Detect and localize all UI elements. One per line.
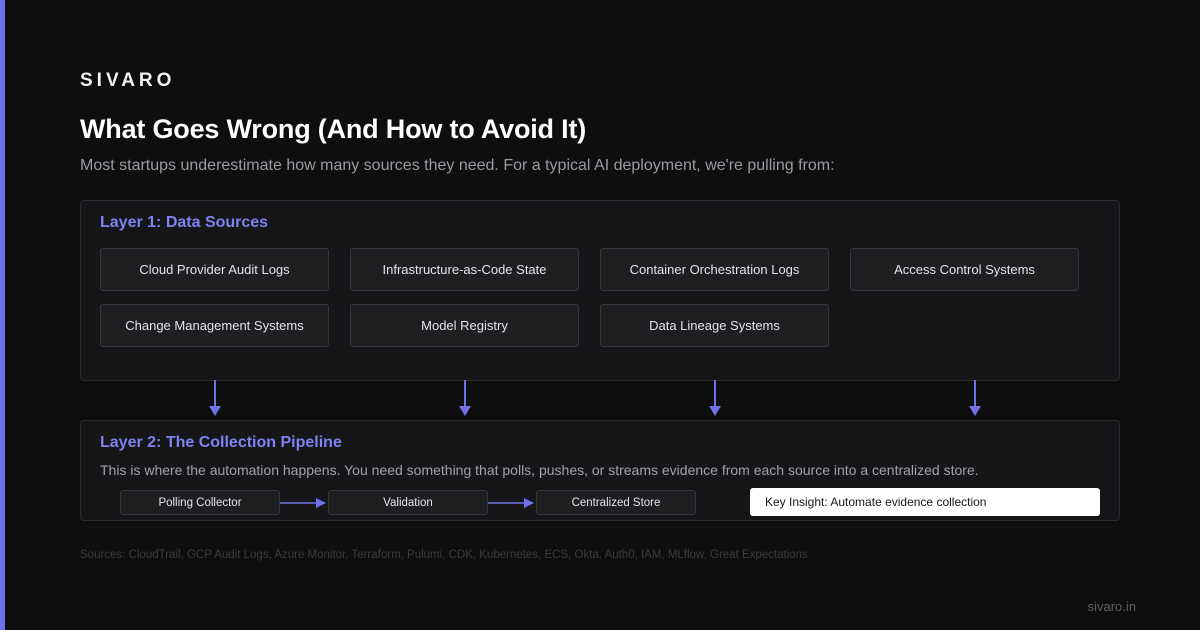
arrow-down-icon bbox=[969, 380, 981, 416]
source-box: Infrastructure-as-Code State bbox=[350, 248, 579, 291]
pipeline-step-polling-collector: Polling Collector bbox=[120, 490, 280, 515]
layer2-title: Layer 2: The Collection Pipeline bbox=[100, 434, 342, 451]
arrow-down-icon bbox=[459, 380, 471, 416]
source-box: Data Lineage Systems bbox=[600, 304, 829, 347]
page-subtitle: Most startups underestimate how many sou… bbox=[80, 157, 835, 174]
source-box: Model Registry bbox=[350, 304, 579, 347]
brand-logo: SIVARO bbox=[80, 70, 176, 91]
arrow-down-icon bbox=[709, 380, 721, 416]
key-insight-callout: Key Insight: Automate evidence collectio… bbox=[750, 488, 1100, 516]
left-accent-bar bbox=[0, 0, 5, 630]
arrow-right-icon bbox=[488, 498, 534, 508]
source-box: Container Orchestration Logs bbox=[600, 248, 829, 291]
layer1-panel: Layer 1: Data Sources Cloud Provider Aud… bbox=[80, 200, 1120, 381]
sources-footnote: Sources: CloudTrail, GCP Audit Logs, Azu… bbox=[80, 549, 808, 561]
arrow-down-icon bbox=[209, 380, 221, 416]
pipeline-step-centralized-store: Centralized Store bbox=[536, 490, 696, 515]
layer2-description: This is where the automation happens. Yo… bbox=[100, 462, 979, 478]
arrow-right-icon bbox=[280, 498, 326, 508]
page-title: What Goes Wrong (And How to Avoid It) bbox=[80, 114, 587, 144]
layer1-title: Layer 1: Data Sources bbox=[100, 214, 269, 231]
pipeline-step-validation: Validation bbox=[328, 490, 488, 515]
source-box: Cloud Provider Audit Logs bbox=[100, 248, 329, 291]
source-box: Change Management Systems bbox=[100, 304, 329, 347]
layer2-panel: Layer 2: The Collection Pipeline This is… bbox=[80, 420, 1120, 521]
source-box: Access Control Systems bbox=[850, 248, 1079, 291]
footer-url: sivaro.in bbox=[1087, 599, 1136, 614]
